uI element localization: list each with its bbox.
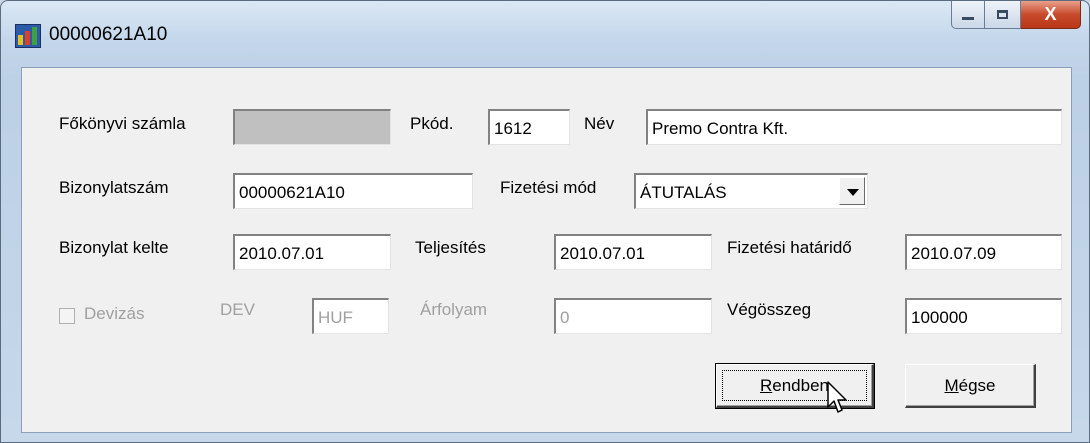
teljesites-field[interactable]: 2010.07.01 (554, 234, 712, 270)
bizonylatszam-label: Bizonylatszám (59, 178, 169, 197)
maximize-icon (997, 10, 1008, 19)
minimize-button[interactable] (951, 1, 985, 29)
bizonylat-kelte-label: Bizonylat kelte (59, 238, 169, 257)
arfolyam-field[interactable]: 0 (554, 298, 712, 334)
minimize-icon (962, 17, 974, 20)
nev-label: Név (584, 114, 615, 133)
nev-field[interactable]: Premo Contra Kft. (646, 109, 1062, 145)
dialog-client-area: Főkönyvi számla Pkód. 1612 Név Premo Con… (21, 67, 1072, 433)
vegosszeg-label: Végösszeg (727, 300, 812, 319)
window-title: 00000621A10 (49, 24, 168, 45)
app-chart-icon (15, 24, 41, 48)
pkod-field[interactable]: 1612 (488, 109, 570, 145)
fizetesi-hatarido-label: Fizetési határidő (727, 238, 852, 257)
dialog-window: 00000621A10 X Főkönyvi számla Pkód. 1612… (0, 0, 1090, 443)
bizonylat-kelte-field[interactable]: 2010.07.01 (233, 234, 391, 270)
mouse-cursor-icon (827, 381, 847, 413)
maximize-button[interactable] (985, 1, 1021, 29)
fokonyvi-szamla-field[interactable] (233, 109, 391, 145)
pkod-label: Pkód. (410, 114, 454, 133)
arfolyam-label: Árfolyam (420, 300, 488, 319)
ok-button-label: Rendben (759, 376, 829, 395)
teljesites-label: Teljesítés (415, 238, 486, 257)
fizetesi-mod-value: ÁTUTALÁS (640, 183, 727, 202)
devizas-checkbox[interactable] (59, 308, 75, 324)
bizonylatszam-field[interactable]: 00000621A10 (233, 173, 473, 209)
fizetesi-mod-label: Fizetési mód (500, 178, 597, 197)
fizetesi-hatarido-field[interactable]: 2010.07.09 (905, 234, 1062, 270)
cancel-button[interactable]: Mégse (905, 364, 1036, 408)
fokonyvi-szamla-label: Főkönyvi számla (59, 114, 186, 133)
ok-button[interactable]: Rendben (715, 363, 875, 409)
dev-label: DEV (220, 300, 255, 319)
chevron-down-icon[interactable] (839, 177, 865, 205)
cancel-button-label: Mégse (944, 376, 996, 395)
dev-field[interactable]: HUF (312, 298, 389, 334)
vegosszeg-field[interactable]: 100000 (905, 298, 1062, 334)
devizas-label: Devizás (84, 304, 145, 323)
close-button[interactable]: X (1021, 1, 1081, 29)
title-bar[interactable]: 00000621A10 X (1, 1, 1089, 67)
caption-buttons: X (951, 1, 1081, 31)
close-icon: X (1044, 4, 1057, 24)
fizetesi-mod-combo[interactable]: ÁTUTALÁS (634, 173, 868, 209)
